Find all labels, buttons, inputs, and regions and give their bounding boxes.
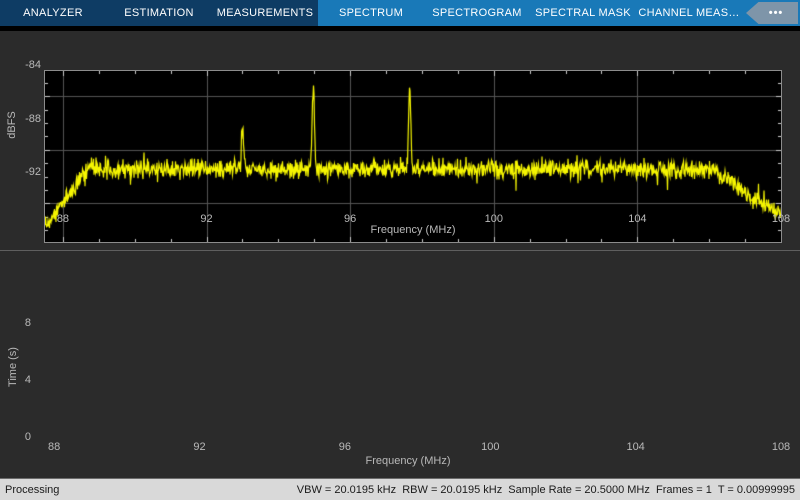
- spectrogram-x-tick-label: 92: [193, 441, 206, 453]
- spectrum-y-tick-label: -84: [25, 59, 41, 72]
- spectrum-y-tick-label: -92: [25, 166, 41, 179]
- tab-channel-measurements[interactable]: CHANNEL MEAS…: [636, 0, 742, 26]
- tab-analyzer[interactable]: ANALYZER: [0, 0, 106, 26]
- spectrum-plot-area[interactable]: [44, 70, 782, 243]
- status-message: Processing: [5, 483, 60, 496]
- tab-spectral-mask[interactable]: SPECTRAL MASK: [530, 0, 636, 26]
- spectrum-x-tick-label: 100: [484, 213, 503, 225]
- spectrogram-x-tick-label: 104: [626, 441, 645, 453]
- contextual-tab-group: SPECTRUM SPECTROGRAM SPECTRAL MASK CHANNEL …: [318, 0, 742, 26]
- spectrum-y-tick-label: -88: [25, 112, 41, 125]
- status-measurements: VBW = 20.0195 kHz RBW = 20.0195 kHz Samp…: [296, 483, 795, 496]
- spectrogram-y-tick-label: 8: [24, 317, 31, 330]
- ellipsis-icon: •••: [768, 7, 784, 19]
- spectrum-x-tick-label: 108: [771, 213, 791, 225]
- spectrum-x-tick-label: 96: [344, 213, 357, 225]
- spectrogram-y-tick-label: 4: [24, 374, 31, 387]
- spectrogram-x-tick-label: 88: [48, 441, 61, 453]
- spectrogram-x-tick-label: 96: [338, 441, 352, 453]
- tab-spectrum[interactable]: SPECTRUM: [318, 0, 424, 26]
- spectrogram-y-axis-label: Time (s): [7, 347, 19, 387]
- spectrogram-panel: └-94 dBFS└-93 dBFS└-92 dBFS└-91 dBFS└-90…: [0, 251, 800, 478]
- spectrum-x-tick-label: 104: [628, 213, 647, 225]
- spectrogram-x-tick-label: 108: [771, 441, 791, 453]
- tab-estimation[interactable]: ESTIMATION: [106, 0, 212, 26]
- status-bar: Processing VBW = 20.0195 kHz RBW = 20.01…: [0, 478, 800, 500]
- spectrum-analyzer-window: ANALYZER ESTIMATION MEASUREMENTS SPECTRUM S…: [0, 0, 800, 500]
- tab-spectrogram[interactable]: SPECTROGRAM: [424, 0, 530, 26]
- tab-measurements[interactable]: MEASUREMENTS: [212, 0, 318, 26]
- main-tab-group: ANALYZER ESTIMATION MEASUREMENTS: [0, 0, 318, 26]
- spectrogram-y-tick-label: 0: [24, 431, 31, 443]
- spectrogram-x-tick-label: 100: [481, 441, 500, 453]
- spectrum-x-axis-label: Frequency (MHz): [370, 224, 456, 236]
- spectrum-x-tick-label: 92: [200, 213, 213, 225]
- spectrogram-x-axis-label: Frequency (MHz): [365, 455, 451, 467]
- spectrum-y-axis-label: dBFS: [6, 111, 18, 139]
- spectrum-x-tick-label: 88: [56, 213, 70, 225]
- toolstrip-tabbar: ANALYZER ESTIMATION MEASUREMENTS SPECTRUM S…: [0, 0, 800, 26]
- spectrum-panel: [0, 31, 800, 250]
- spectrum-trace-canvas[interactable]: [45, 71, 781, 242]
